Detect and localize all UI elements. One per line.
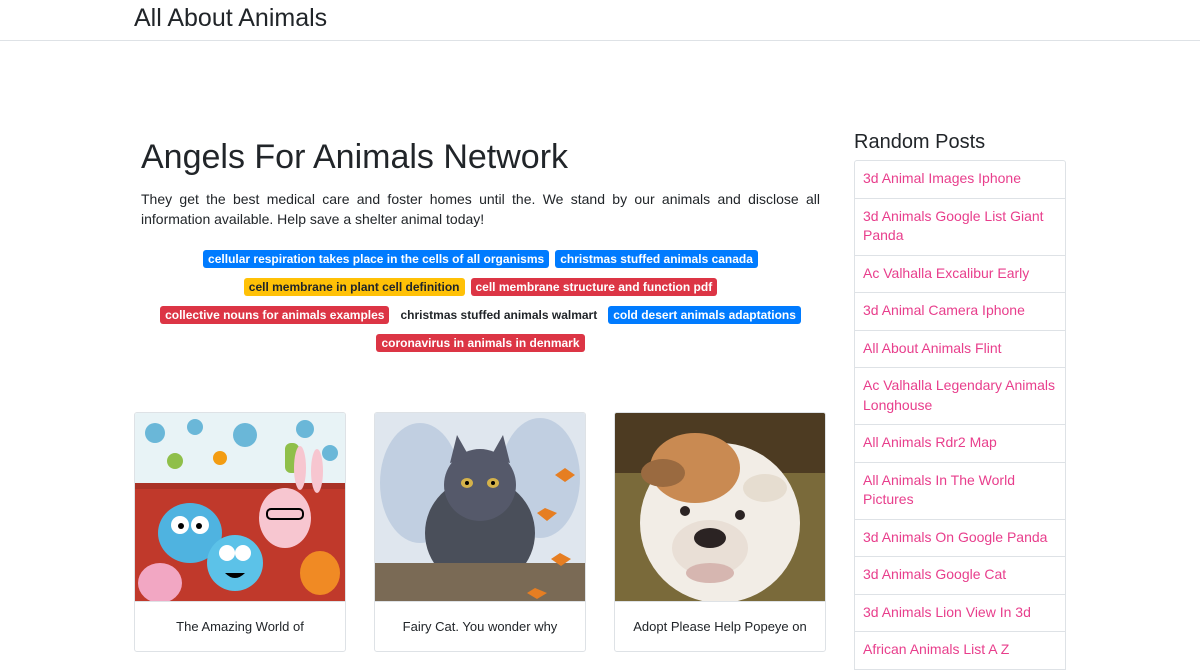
list-item: All About Animals Flint — [855, 331, 1065, 368]
post-link[interactable]: All Animals Rdr2 Map — [863, 434, 997, 450]
post-card[interactable]: Fairy Cat. You wonder why — [374, 412, 586, 652]
list-item: 3d Animals On Google Panda — [855, 520, 1065, 557]
tag-link[interactable]: cellular respiration takes place in the … — [203, 250, 550, 268]
list-item: African Animals List A Z — [855, 632, 1065, 670]
post-link[interactable]: 3d Animal Camera Iphone — [863, 302, 1025, 318]
tag-link[interactable]: cell membrane in plant cell definition — [243, 278, 465, 296]
tag-link[interactable]: cell membrane structure and function pdf — [470, 278, 718, 296]
cartoon-illustration-image[interactable] — [135, 413, 345, 601]
post-link[interactable]: 3d Animals Google Cat — [863, 566, 1006, 582]
post-link[interactable]: 3d Animals Lion View In 3d — [863, 604, 1031, 620]
list-item: 3d Animals Google List Giant Panda — [855, 199, 1065, 256]
list-item: 3d Animals Google Cat — [855, 557, 1065, 595]
list-item: 3d Animals Lion View In 3d — [855, 595, 1065, 632]
post-link[interactable]: African Animals List A Z — [863, 641, 1009, 657]
card-caption[interactable]: Adopt Please Help Popeye on — [615, 601, 825, 636]
post-card[interactable]: Adopt Please Help Popeye on — [614, 412, 826, 652]
post-link[interactable]: Ac Valhalla Legendary Animals Longhouse — [863, 377, 1055, 413]
list-item: All Animals Rdr2 Map — [855, 425, 1065, 463]
intro-text: They get the best medical care and foste… — [141, 191, 820, 227]
post-link[interactable]: All About Animals Flint — [863, 340, 1002, 356]
tag-link[interactable]: collective nouns for animals examples — [160, 306, 390, 324]
card-caption[interactable]: The Amazing World of — [135, 601, 345, 636]
sidebar: Random Posts 3d Animal Images Iphone 3d … — [854, 128, 1066, 670]
post-link[interactable]: 3d Animals On Google Panda — [863, 529, 1047, 545]
list-item: 3d Animal Camera Iphone — [855, 293, 1065, 331]
card-caption[interactable]: Fairy Cat. You wonder why — [375, 601, 585, 636]
post-card[interactable]: The Amazing World of — [134, 412, 346, 652]
list-item: Ac Valhalla Legendary Animals Longhouse — [855, 368, 1065, 425]
tag-cloud: cellular respiration takes place in the … — [141, 245, 820, 357]
tag-link[interactable]: christmas stuffed animals canada — [555, 250, 758, 268]
fairy-cat-painting-image[interactable] — [375, 413, 585, 601]
tag-link[interactable]: christmas stuffed animals walmart — [395, 306, 603, 324]
navbar: All About Animals — [0, 0, 1200, 41]
list-item: 3d Animal Images Iphone — [855, 161, 1065, 199]
page-title: Angels For Animals Network — [141, 138, 569, 176]
bulldog-photo-image[interactable] — [615, 413, 825, 601]
tag-link[interactable]: coronavirus in animals in denmark — [376, 334, 585, 352]
random-posts-list: 3d Animal Images Iphone 3d Animals Googl… — [854, 160, 1066, 670]
post-link[interactable]: All Animals In The World Pictures — [863, 472, 1015, 508]
sidebar-title: Random Posts — [854, 131, 986, 153]
post-link[interactable]: Ac Valhalla Excalibur Early — [863, 265, 1029, 281]
site-brand-link[interactable]: All About Animals — [134, 3, 327, 33]
post-link[interactable]: 3d Animal Images Iphone — [863, 170, 1021, 186]
list-item: Ac Valhalla Excalibur Early — [855, 256, 1065, 293]
list-item: All Animals In The World Pictures — [855, 463, 1065, 520]
post-link[interactable]: 3d Animals Google List Giant Panda — [863, 208, 1044, 244]
tag-link[interactable]: cold desert animals adaptations — [608, 306, 801, 324]
